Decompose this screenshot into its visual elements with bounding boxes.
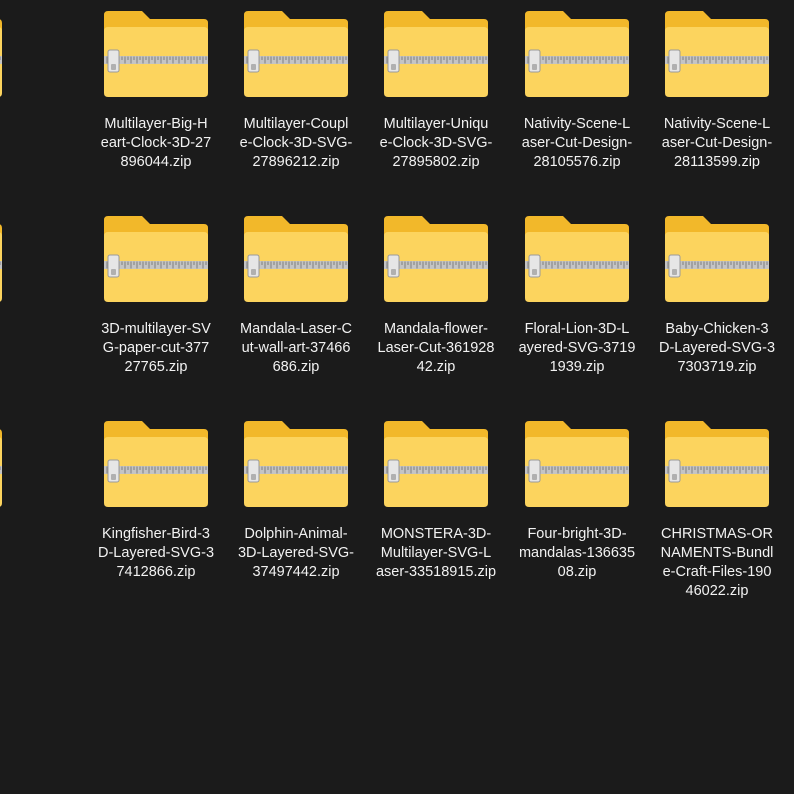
zip-folder-icon [523, 214, 631, 306]
file-item[interactable]: Nativity-Scene-L aser-Cut-Design- 281055… [511, 9, 643, 209]
file-name-label: Multilayer-Coupl e-Clock-3D-SVG- 2789621… [239, 116, 353, 170]
file-name-label: MONSTERA-3D- Multilayer-SVG-L aser-33518… [375, 526, 497, 580]
zip-folder-icon [0, 9, 4, 101]
file-item[interactable]: e-multilaye r-cut-desig 467001.zip [0, 419, 16, 619]
file-item[interactable]: Nativity-Scene-L aser-Cut-Design- 281135… [651, 9, 783, 209]
zip-folder-icon [382, 214, 490, 306]
zip-folder-icon [102, 9, 210, 101]
file-item[interactable]: 3D-multilayer-SV G-paper-cut-377 27765.z… [90, 214, 222, 414]
file-name-label: Floral-Lion-3D-L ayered-SVG-3719 1939.zi… [518, 321, 636, 375]
file-name-label: Multilayer-Uniqu e-Clock-3D-SVG- 2789580… [379, 116, 493, 170]
file-name-label: Baby-Chicken-3 D-Layered-SVG-3 7303719.z… [658, 321, 776, 375]
file-name-label: -Panther-3 yered-SVG-3 2039.zip [0, 320, 16, 377]
file-name-label: Nativity-Scene-L aser-Cut-Design- 281135… [661, 116, 773, 170]
file-name-label: CHRISTMAS-OR NAMENTS-Bundl e-Craft-Files… [660, 526, 774, 599]
file-name-label: Dolphin-Animal- 3D-Layered-SVG- 37497442… [237, 526, 355, 580]
file-name-label: Mandala-flower- Laser-Cut-361928 42.zip [377, 321, 495, 375]
zip-folder-icon [102, 214, 210, 306]
file-item[interactable]: Multilayer-Big-H eart-Clock-3D-27 896044… [90, 9, 222, 209]
file-item[interactable]: Floral-Lion-3D-L ayered-SVG-3719 1939.zi… [511, 214, 643, 414]
zip-folder-icon [663, 214, 771, 306]
file-item[interactable]: Kingfisher-Bird-3 D-Layered-SVG-3 741286… [90, 419, 222, 619]
file-name-label: 3D-multilayer-SV G-paper-cut-377 27765.z… [101, 321, 211, 375]
file-item[interactable]: CHRISTMAS-OR NAMENTS-Bundl e-Craft-Files… [651, 419, 783, 619]
file-name-label: Kingfisher-Bird-3 D-Layered-SVG-3 741286… [97, 526, 215, 580]
file-item[interactable]: Dolphin-Animal- 3D-Layered-SVG- 37497442… [230, 419, 362, 619]
file-name-label: Mandala-Laser-C ut-wall-art-37466 686.zi… [239, 321, 353, 375]
file-explorer-grid: ers-card-SV l-Flowering 58861.zip Multil… [0, 0, 794, 794]
file-item[interactable]: Multilayer-Coupl e-Clock-3D-SVG- 2789621… [230, 9, 362, 209]
file-item[interactable]: Multilayer-Uniqu e-Clock-3D-SVG- 2789580… [370, 9, 502, 209]
file-item[interactable]: Mandala-Laser-C ut-wall-art-37466 686.zi… [230, 214, 362, 414]
zip-folder-icon [0, 419, 4, 511]
zip-folder-icon [523, 9, 631, 101]
zip-folder-icon [242, 9, 350, 101]
file-name-label: Nativity-Scene-L aser-Cut-Design- 281055… [521, 116, 633, 170]
zip-folder-icon [0, 214, 4, 306]
file-name-label: e-multilaye r-cut-desig 467001.zip [0, 525, 16, 582]
zip-folder-icon [663, 419, 771, 511]
zip-folder-icon [382, 9, 490, 101]
zip-folder-icon [242, 214, 350, 306]
file-item[interactable]: Baby-Chicken-3 D-Layered-SVG-3 7303719.z… [651, 214, 783, 414]
file-name-label: Four-bright-3D- mandalas-136635 08.zip [518, 526, 636, 580]
file-name-label: Multilayer-Big-H eart-Clock-3D-27 896044… [100, 116, 212, 170]
zip-folder-icon [382, 419, 490, 511]
zip-folder-icon [523, 419, 631, 511]
zip-folder-icon [663, 9, 771, 101]
file-item[interactable]: Mandala-flower- Laser-Cut-361928 42.zip [370, 214, 502, 414]
zip-folder-icon [102, 419, 210, 511]
file-item[interactable]: Four-bright-3D- mandalas-136635 08.zip [511, 419, 643, 619]
file-item[interactable]: -Panther-3 yered-SVG-3 2039.zip [0, 214, 16, 414]
file-item[interactable]: ers-card-SV l-Flowering 58861.zip [0, 9, 16, 209]
zip-folder-icon [242, 419, 350, 511]
file-name-label: ers-card-SV l-Flowering 58861.zip [0, 115, 16, 172]
file-item[interactable]: MONSTERA-3D- Multilayer-SVG-L aser-33518… [370, 419, 502, 619]
